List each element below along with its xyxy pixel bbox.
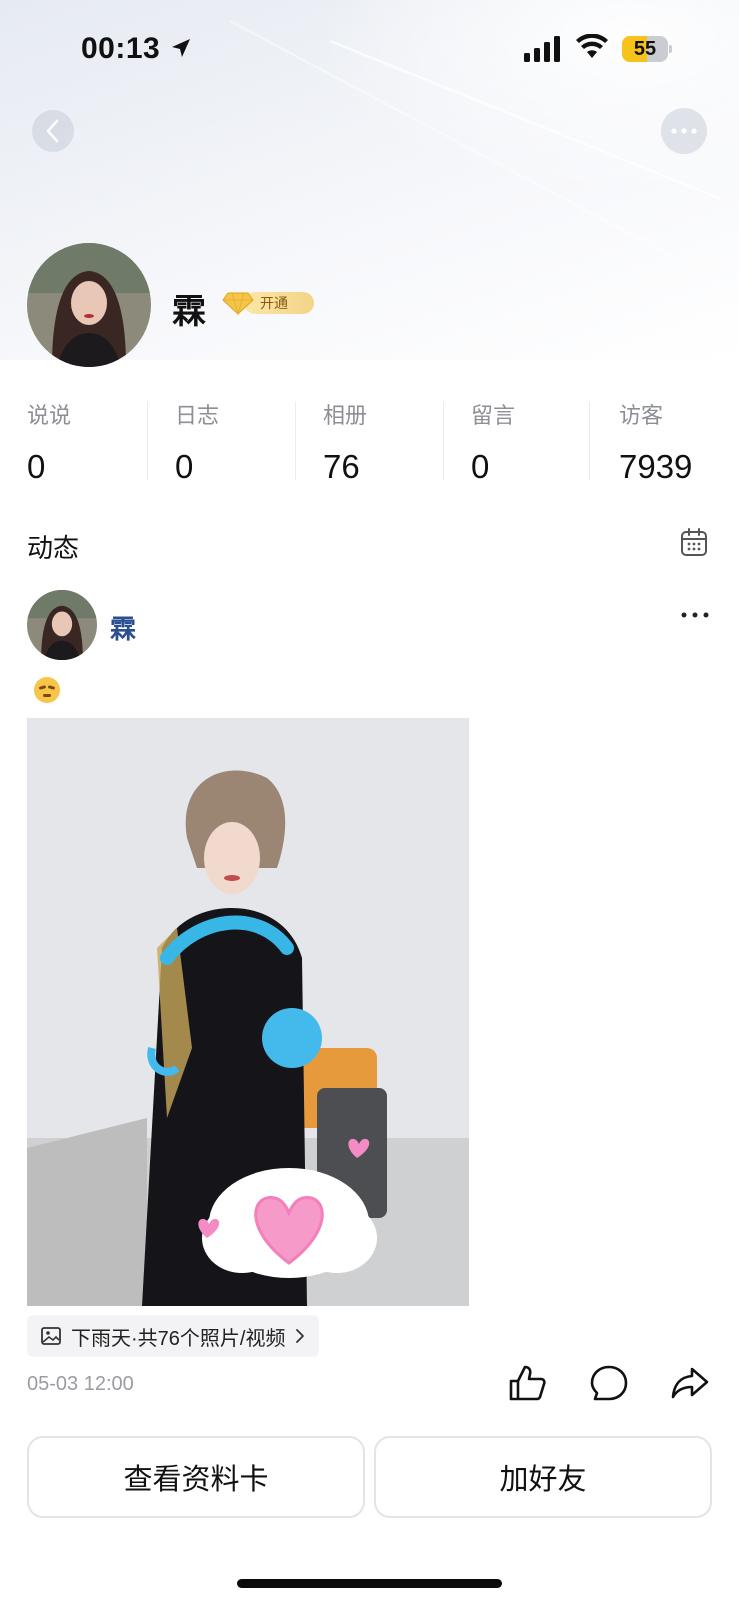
battery-percent: 55 bbox=[633, 38, 657, 60]
calendar-icon[interactable] bbox=[680, 527, 708, 557]
stat-value: 76 bbox=[323, 448, 360, 485]
profile-name: 霖 bbox=[172, 293, 206, 331]
stat-value: 0 bbox=[471, 448, 490, 485]
home-indicator[interactable] bbox=[237, 1579, 502, 1588]
emoji-icon bbox=[34, 677, 60, 703]
comment-icon[interactable] bbox=[589, 1363, 629, 1403]
add-friend-button[interactable]: 加好友 bbox=[374, 1436, 712, 1518]
view-profile-card-button[interactable]: 查看资料卡 bbox=[27, 1436, 365, 1518]
profile-avatar[interactable] bbox=[27, 243, 151, 367]
battery-body: 55 bbox=[622, 36, 668, 62]
stat-messages[interactable]: 留言 0 bbox=[471, 398, 601, 488]
stat-label: 日志 bbox=[175, 403, 220, 428]
stat-label: 相册 bbox=[323, 403, 368, 428]
more-dots-icon[interactable] bbox=[680, 610, 710, 620]
post-timestamp: 05-03 12:00 bbox=[27, 1373, 134, 1395]
cellular-signal-icon bbox=[524, 36, 560, 62]
status-bar: 00:13 55 bbox=[0, 0, 739, 100]
wifi-icon bbox=[576, 34, 608, 58]
stat-divider bbox=[589, 402, 590, 480]
image-icon bbox=[41, 1327, 61, 1345]
post-author-avatar[interactable] bbox=[27, 590, 97, 660]
stat-albums[interactable]: 相册 76 bbox=[323, 398, 453, 488]
emoji-mouth bbox=[43, 694, 51, 697]
stat-value: 7939 bbox=[619, 448, 693, 485]
stat-value: 0 bbox=[27, 448, 46, 485]
stat-label: 访客 bbox=[619, 403, 664, 428]
chevron-right-icon bbox=[296, 1329, 305, 1343]
stat-value: 0 bbox=[175, 448, 194, 485]
feed-section-title: 动态 bbox=[27, 533, 80, 563]
album-tag-label: 下雨天·共76个照片/视频 bbox=[71, 1327, 286, 1350]
stat-blogs[interactable]: 日志 0 bbox=[175, 398, 305, 488]
stat-divider bbox=[295, 402, 296, 480]
post-photo[interactable] bbox=[27, 718, 469, 1306]
vip-open-label: 开通 bbox=[244, 292, 314, 314]
stat-label: 说说 bbox=[27, 403, 72, 428]
share-icon[interactable] bbox=[670, 1363, 710, 1403]
stat-visitors[interactable]: 访客 7939 bbox=[619, 398, 739, 488]
more-options-button[interactable] bbox=[661, 108, 707, 154]
status-time: 00:13 bbox=[81, 32, 161, 65]
battery-icon: 55 bbox=[622, 36, 672, 62]
post-author-name[interactable]: 霖 bbox=[110, 609, 136, 646]
stat-divider bbox=[443, 402, 444, 480]
battery-cap bbox=[669, 45, 672, 53]
location-arrow-icon bbox=[172, 39, 190, 57]
back-button[interactable] bbox=[32, 110, 74, 152]
album-tag-button[interactable]: 下雨天·共76个照片/视频 bbox=[27, 1315, 320, 1357]
back-chevron-icon bbox=[46, 119, 59, 143]
stat-posts[interactable]: 说说 0 bbox=[27, 398, 157, 488]
diamond-icon bbox=[222, 292, 254, 316]
stats-row: 说说 0 日志 0 相册 76 留言 0 访客 7939 bbox=[27, 398, 727, 488]
more-dots-icon bbox=[671, 128, 697, 134]
thumb-up-icon[interactable] bbox=[507, 1363, 547, 1403]
stat-label: 留言 bbox=[471, 403, 516, 428]
stat-divider bbox=[147, 402, 148, 480]
